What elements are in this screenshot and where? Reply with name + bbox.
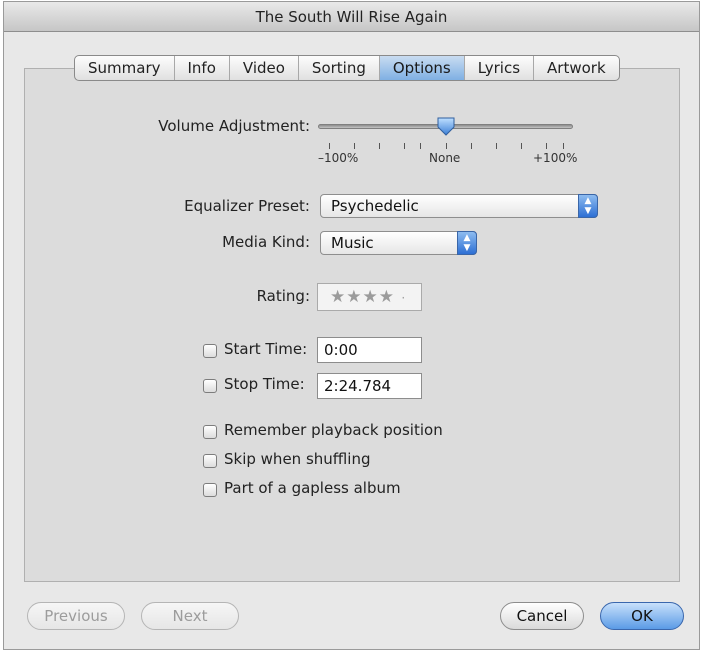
volume-mid-label: None [429, 151, 461, 165]
slider-tick [521, 143, 522, 149]
cancel-button[interactable]: Cancel [500, 602, 584, 630]
rating-stars: ★★★★ [330, 287, 395, 307]
remember-position-checkbox[interactable] [203, 425, 217, 439]
volume-min-label: –100% [318, 151, 359, 165]
window-title: The South Will Rise Again [4, 2, 699, 32]
equalizer-preset-label: Equalizer Preset: [184, 197, 310, 215]
ok-button[interactable]: OK [600, 602, 684, 630]
rating-empty-dot: · [401, 291, 407, 305]
tab-info[interactable]: Info [173, 56, 229, 80]
slider-tick [471, 143, 472, 149]
start-time-field[interactable]: 0:00 [317, 337, 422, 363]
volume-slider-knob[interactable] [436, 116, 456, 136]
slider-tick [546, 143, 547, 149]
tab-lyrics[interactable]: Lyrics [463, 56, 533, 80]
skip-shuffling-label: Skip when shuffling [224, 450, 371, 468]
previous-button[interactable]: Previous [27, 602, 125, 630]
stop-time-checkbox[interactable] [203, 379, 217, 393]
slider-tick [446, 143, 447, 149]
slider-tick [496, 143, 497, 149]
gapless-album-label: Part of a gapless album [224, 479, 401, 497]
tab-bar: Summary Info Video Sorting Options Lyric… [74, 55, 620, 81]
slider-tick [379, 143, 380, 149]
gapless-album-checkbox[interactable] [203, 483, 217, 497]
tab-video[interactable]: Video [228, 56, 298, 80]
equalizer-preset-popup[interactable]: Psychedelic ▲ ▼ [320, 194, 598, 218]
start-time-label: Start Time: [224, 340, 308, 358]
popup-arrows-icon: ▲ ▼ [457, 231, 477, 255]
tab-options[interactable]: Options [378, 56, 464, 80]
slider-tick [404, 143, 405, 149]
slider-tick [420, 143, 421, 149]
options-panel [24, 68, 680, 582]
slider-tick [354, 143, 355, 149]
skip-shuffling-checkbox[interactable] [203, 454, 217, 468]
tab-sorting[interactable]: Sorting [297, 56, 379, 80]
media-kind-popup[interactable]: Music ▲ ▼ [320, 231, 477, 255]
rating-control[interactable]: ★★★★ · [317, 283, 422, 311]
popup-arrows-icon: ▲ ▼ [578, 194, 598, 218]
volume-adjustment-label: Volume Adjustment: [158, 117, 310, 135]
equalizer-preset-value: Psychedelic [331, 197, 419, 215]
slider-tick [329, 143, 330, 149]
stop-time-field[interactable]: 2:24.784 [317, 373, 422, 399]
rating-label: Rating: [256, 287, 310, 305]
volume-max-label: +100% [533, 151, 578, 165]
media-kind-label: Media Kind: [222, 233, 310, 251]
start-time-checkbox[interactable] [203, 344, 217, 358]
slider-tick [563, 143, 564, 149]
tab-summary[interactable]: Summary [75, 56, 174, 80]
stop-time-label: Stop Time: [224, 375, 305, 393]
tab-artwork[interactable]: Artwork [533, 56, 619, 80]
remember-position-label: Remember playback position [224, 421, 443, 439]
next-button[interactable]: Next [141, 602, 239, 630]
media-kind-value: Music [331, 234, 374, 252]
